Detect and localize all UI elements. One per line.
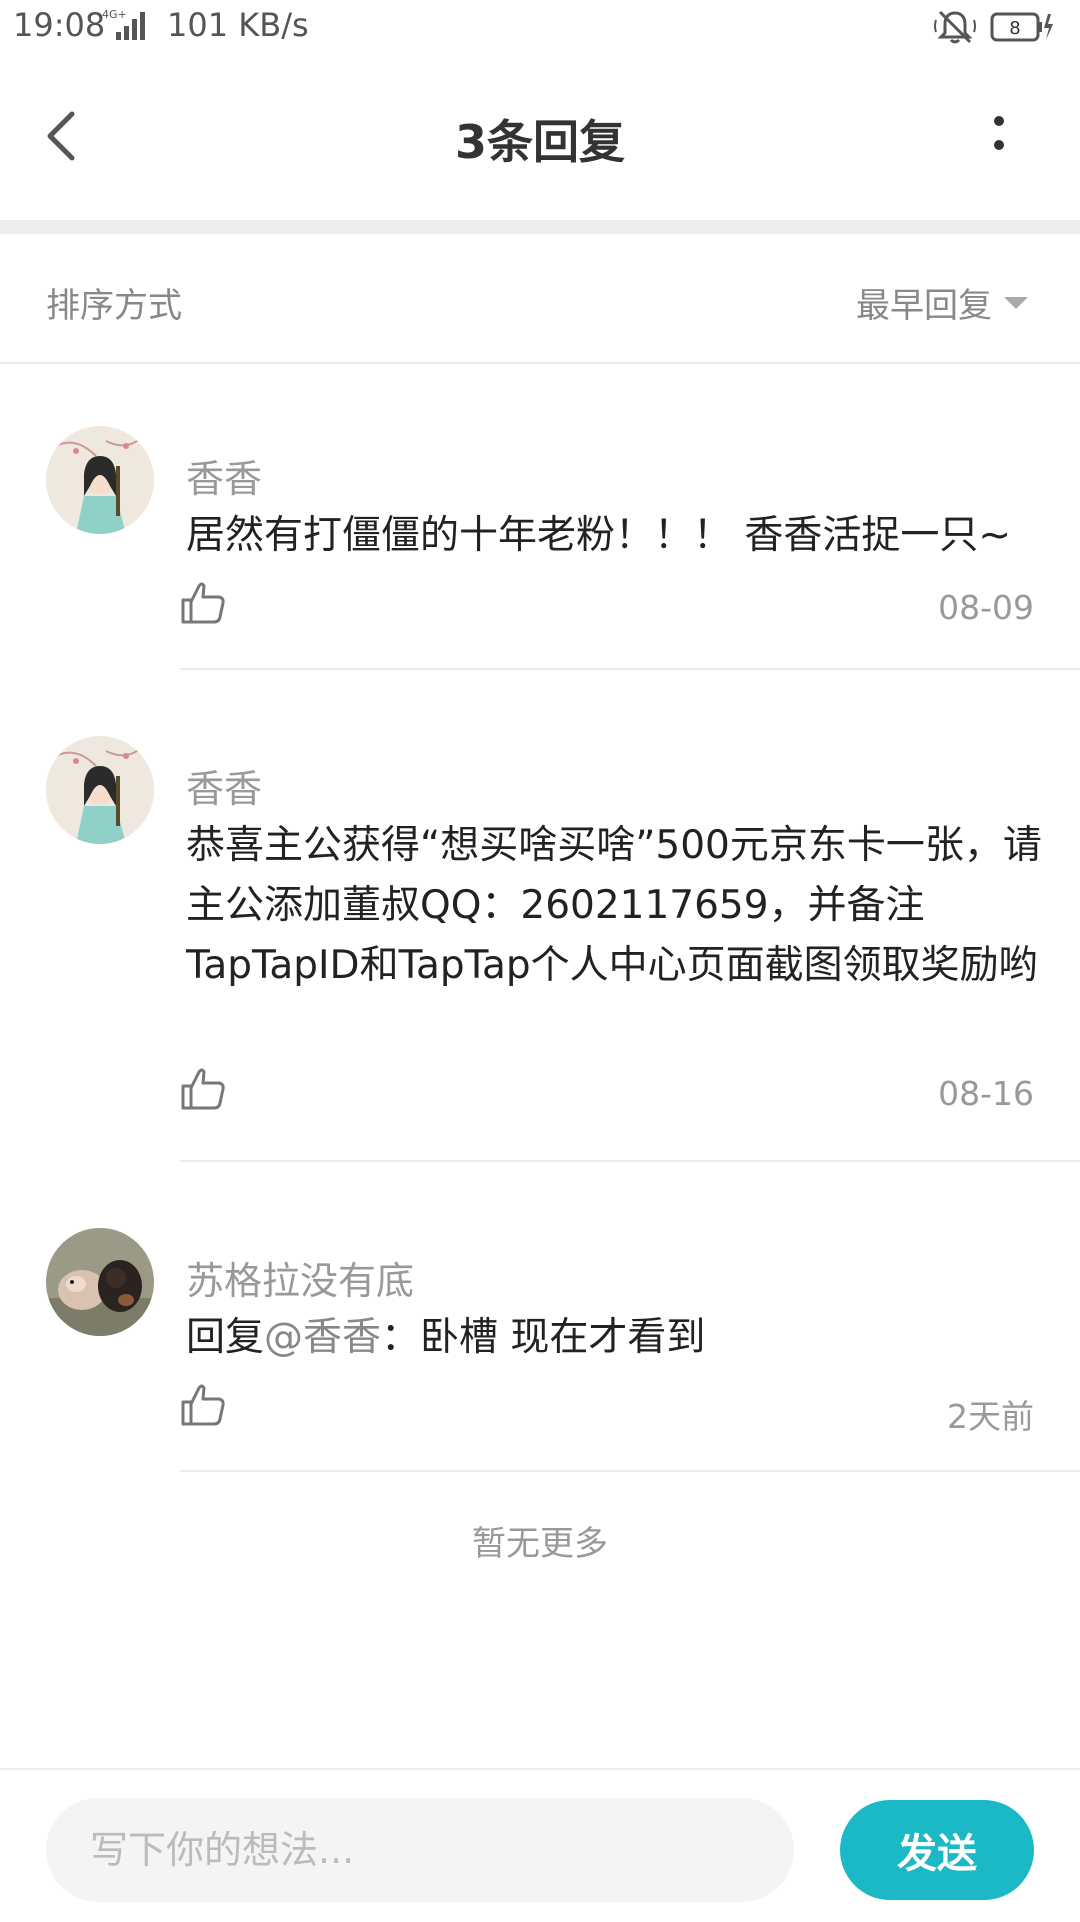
comment-text: 居然有打僵僵的十年老粉！！！ 香香活捉一只~ xyxy=(186,513,1012,558)
thumbs-up-icon[interactable] xyxy=(180,1066,226,1110)
reply-body: ：卧槽 现在才看到 xyxy=(381,1315,706,1360)
page-title: 3条回复 xyxy=(454,115,625,169)
status-time: 19:08 xyxy=(13,6,106,44)
comment-text: 恭喜主公获得“想买啥买啥”500元京东卡一张，请主公添加董叔QQ：2602117… xyxy=(186,823,1042,988)
section-divider xyxy=(0,220,1080,234)
comment-username[interactable]: 苏格拉没有底 xyxy=(186,1250,414,1305)
comment-username[interactable]: 香香 xyxy=(186,758,262,813)
navigation-bar: 3条回复 xyxy=(0,56,1080,220)
avatar-girl-image xyxy=(46,426,154,534)
signal-icon: 4G+ xyxy=(102,8,145,40)
bell-muted-icon xyxy=(934,10,976,44)
avatar[interactable] xyxy=(46,1228,154,1336)
comment-divider xyxy=(180,1470,1080,1472)
battery-level: 8 xyxy=(1009,18,1020,39)
comment-composer: 发送 xyxy=(0,1768,1080,1922)
comment-item: 香香 恭喜主公获得“想买啥买啥”500元京东卡一张，请主公添加董叔QQ：2602… xyxy=(0,672,1080,1164)
comment-date: 08-16 xyxy=(938,1074,1034,1113)
thumbs-up-icon[interactable] xyxy=(180,580,226,624)
more-dot xyxy=(994,116,1004,126)
caret-down-icon xyxy=(1004,296,1028,309)
status-bar: 19:08 4G+ 101 KB/s 8 xyxy=(0,0,1080,56)
comment-item: 香香 居然有打僵僵的十年老粉！！！ 香香活捉一只~ 08-09 xyxy=(0,362,1080,672)
comment-text: 回复@香香：卧槽 现在才看到 xyxy=(186,1308,1046,1368)
comment-divider xyxy=(180,1160,1080,1162)
comment-date: 08-09 xyxy=(938,588,1034,627)
avatar-dogs-image xyxy=(46,1228,154,1336)
comment-item: 苏格拉没有底 回复@香香：卧槽 现在才看到 2天前 xyxy=(0,1164,1080,1474)
network-speed: 101 KB/s xyxy=(167,6,309,44)
no-more-label: 暂无更多 xyxy=(472,1524,608,1564)
send-button[interactable]: 发送 xyxy=(840,1800,1034,1900)
mention-link[interactable]: @香香 xyxy=(264,1315,381,1360)
comment-input[interactable] xyxy=(46,1798,794,1902)
avatar-girl-image xyxy=(46,736,154,844)
sort-dropdown[interactable]: 最早回复 xyxy=(856,278,1028,327)
network-type-label: 4G+ xyxy=(102,8,127,21)
comment-divider xyxy=(180,668,1080,670)
reply-prefix: 回复 xyxy=(186,1315,265,1360)
battery-icon: 8 xyxy=(990,12,1053,42)
more-options-button[interactable] xyxy=(980,116,1018,160)
sort-value: 最早回复 xyxy=(856,286,992,326)
avatar[interactable] xyxy=(46,736,154,844)
more-dot xyxy=(994,140,1004,150)
sort-label: 排序方式 xyxy=(46,286,182,326)
sort-bar: 排序方式 最早回复 xyxy=(0,234,1080,364)
comment-username[interactable]: 香香 xyxy=(186,448,262,503)
avatar[interactable] xyxy=(46,426,154,534)
thumbs-up-icon[interactable] xyxy=(180,1382,226,1426)
comment-date: 2天前 xyxy=(947,1397,1034,1436)
